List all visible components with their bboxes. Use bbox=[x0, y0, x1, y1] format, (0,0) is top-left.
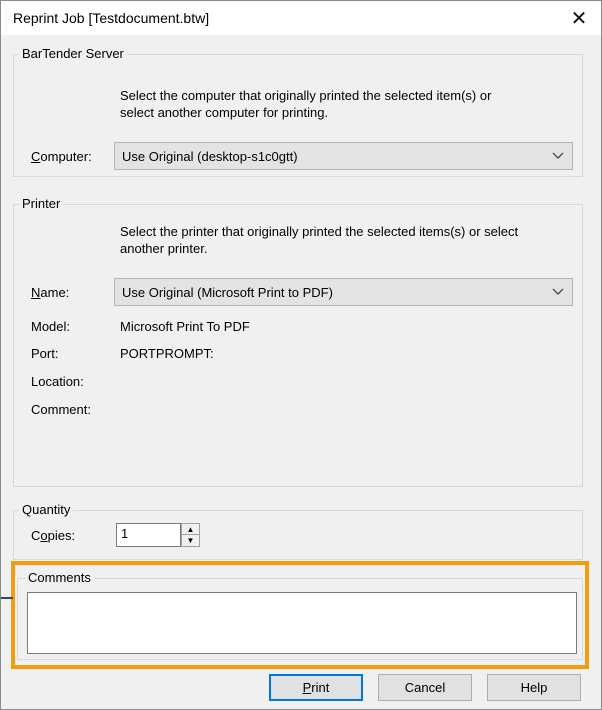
computer-label: Computer: bbox=[31, 149, 92, 164]
window-title: Reprint Job [Testdocument.btw] bbox=[13, 10, 210, 26]
port-label: Port: bbox=[31, 346, 59, 361]
close-icon[interactable]: ✕ bbox=[557, 1, 601, 35]
copies-stepper: ▲ ▼ bbox=[181, 523, 200, 547]
chevron-down-icon bbox=[552, 152, 564, 159]
printer-name-select-value: Use Original (Microsoft Print to PDF) bbox=[122, 285, 333, 300]
quantity-group bbox=[13, 510, 583, 560]
printer-description-line1: Select the printer that originally print… bbox=[120, 224, 519, 239]
port-value: PORTPROMPT: bbox=[120, 346, 214, 361]
printer-group bbox=[13, 204, 583, 487]
copies-input[interactable]: 1 bbox=[116, 523, 181, 547]
chevron-down-icon bbox=[552, 288, 564, 295]
quantity-group-label: Quantity bbox=[19, 502, 74, 517]
model-label: Model: bbox=[31, 319, 71, 334]
copies-label: Copies: bbox=[31, 528, 76, 543]
title-bar: Reprint Job [Testdocument.btw] ✕ bbox=[1, 1, 601, 35]
spin-up-icon[interactable]: ▲ bbox=[182, 524, 199, 535]
highlight-box bbox=[11, 561, 589, 669]
computer-select-value: Use Original (desktop-s1c0gtt) bbox=[122, 149, 298, 164]
print-button[interactable]: Print bbox=[269, 674, 363, 701]
print-button-label: Print bbox=[302, 680, 330, 695]
location-label: Location: bbox=[31, 374, 84, 389]
help-button[interactable]: Help bbox=[487, 674, 581, 701]
reprint-job-dialog: Reprint Job [Testdocument.btw] ✕ BarTend… bbox=[0, 0, 602, 710]
printer-description-line2: another printer. bbox=[120, 241, 208, 256]
model-value: Microsoft Print To PDF bbox=[120, 319, 250, 334]
copies-value: 1 bbox=[121, 526, 129, 541]
server-description-line2: select another computer for printing. bbox=[120, 105, 329, 120]
close-glyph: ✕ bbox=[570, 7, 588, 30]
printer-name-select[interactable]: Use Original (Microsoft Print to PDF) bbox=[114, 278, 573, 306]
printer-group-label: Printer bbox=[19, 196, 64, 211]
comment-label: Comment: bbox=[31, 402, 91, 417]
highlight-leader-line bbox=[1, 597, 13, 599]
server-description-line1: Select the computer that originally prin… bbox=[120, 88, 492, 103]
computer-select[interactable]: Use Original (desktop-s1c0gtt) bbox=[114, 142, 573, 170]
server-group-label: BarTender Server bbox=[19, 46, 127, 61]
spin-down-icon[interactable]: ▼ bbox=[182, 535, 199, 546]
cancel-button[interactable]: Cancel bbox=[378, 674, 472, 701]
printer-name-label: Name: bbox=[31, 285, 70, 300]
